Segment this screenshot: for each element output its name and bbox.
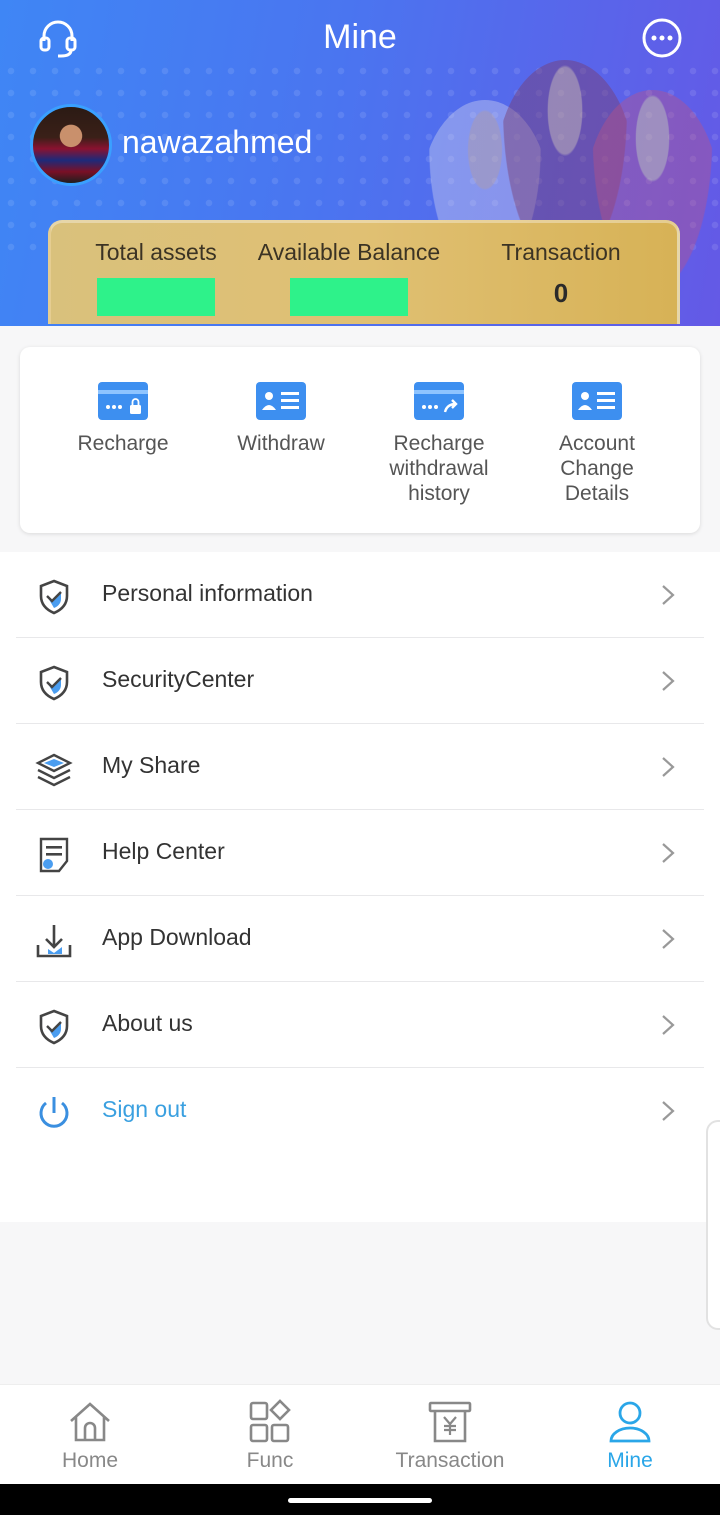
menu-item-my-share[interactable]: My Share xyxy=(16,724,704,810)
profile-header: Mine nawazahmed Total assets Available B… xyxy=(0,0,720,326)
account-change-details-label: Account Change Details xyxy=(559,432,635,505)
chevron-right-icon xyxy=(662,1101,675,1121)
more-horizontal-icon[interactable] xyxy=(640,16,684,60)
power-icon xyxy=(39,1097,69,1128)
menu-item-security-center[interactable]: SecurityCenter xyxy=(16,638,704,724)
recharge-withdrawal-history-button[interactable]: Recharge withdrawal history xyxy=(354,381,524,506)
menu-item-help-center[interactable]: Help Center xyxy=(16,810,704,896)
tab-mine[interactable]: Mine xyxy=(540,1399,720,1473)
id-card-icon xyxy=(572,382,622,420)
recharge-label: Recharge xyxy=(77,432,169,455)
transaction-label: Transaction xyxy=(501,239,621,265)
withdraw-button[interactable]: Withdraw xyxy=(196,381,366,456)
home-icon xyxy=(70,1402,110,1442)
tab-home[interactable]: Home xyxy=(0,1399,180,1473)
tab-func[interactable]: Func xyxy=(180,1399,360,1473)
chevron-right-icon xyxy=(662,843,675,863)
floating-drawer-handle[interactable] xyxy=(706,1120,720,1330)
withdraw-label: Withdraw xyxy=(237,432,325,455)
username: nawazahmed xyxy=(122,124,313,160)
assets-card: Total assets Available Balance Transacti… xyxy=(48,220,680,324)
system-navigation-bar xyxy=(0,1484,720,1515)
tab-mine-label: Mine xyxy=(607,1449,653,1472)
chevron-right-icon xyxy=(662,757,675,777)
layers-icon xyxy=(35,753,73,787)
tab-home-label: Home xyxy=(61,1449,119,1472)
menu-item-label: My Share xyxy=(102,752,201,778)
total-assets-label: Total assets xyxy=(95,239,217,265)
menu-item-label: About us xyxy=(102,1010,193,1036)
total-assets-value-redacted xyxy=(97,278,215,316)
transaction-value: 0 xyxy=(553,278,569,308)
id-card-icon xyxy=(256,382,306,420)
tab-transaction[interactable]: Transaction xyxy=(360,1399,540,1473)
tab-func-label: Func xyxy=(246,1449,294,1472)
receipt-yuan-icon xyxy=(428,1401,472,1443)
sign-out-label: Sign out xyxy=(102,1096,187,1122)
menu-item-about-us[interactable]: About us xyxy=(16,982,704,1068)
home-gesture-bar[interactable] xyxy=(288,1498,432,1503)
available-balance-label: Available Balance xyxy=(257,239,441,265)
user-icon xyxy=(609,1401,651,1443)
available-balance-value-redacted xyxy=(290,278,408,316)
chevron-right-icon xyxy=(662,1015,675,1035)
shield-check-icon xyxy=(39,1009,69,1045)
page-title: Mine xyxy=(323,18,397,56)
recharge-withdrawal-history-label: Recharge withdrawal history xyxy=(389,432,489,505)
bottom-navigation: Home Func Transaction Mine xyxy=(0,1384,720,1484)
card-arrow-icon xyxy=(414,382,464,420)
menu-item-label: SecurityCenter xyxy=(102,666,255,692)
menu-item-label: Help Center xyxy=(102,838,225,864)
menu-item-label: Personal information xyxy=(102,580,313,606)
sign-out-button[interactable]: Sign out xyxy=(16,1068,704,1154)
account-change-details-button[interactable]: Account Change Details xyxy=(512,381,682,506)
avatar[interactable] xyxy=(30,104,112,186)
menu-item-label: App Download xyxy=(102,924,252,950)
shield-check-icon xyxy=(39,579,69,615)
card-lock-icon xyxy=(98,382,148,420)
quick-actions: Recharge Withdraw Recharge withdrawal hi… xyxy=(20,347,700,533)
menu-item-personal-information[interactable]: Personal information xyxy=(16,552,704,638)
chevron-right-icon xyxy=(662,671,675,691)
chevron-right-icon xyxy=(662,585,675,605)
shield-check-icon xyxy=(39,665,69,701)
chevron-right-icon xyxy=(662,929,675,949)
transaction-summary: Transaction 0 xyxy=(481,239,641,316)
total-assets: Total assets xyxy=(81,239,231,316)
download-icon xyxy=(36,925,72,958)
document-icon xyxy=(39,837,69,873)
recharge-button[interactable]: Recharge xyxy=(38,381,208,456)
available-balance: Available Balance xyxy=(249,239,449,316)
settings-menu: Personal information SecurityCenter My S… xyxy=(0,552,720,1222)
grid-icon xyxy=(249,1399,291,1443)
menu-item-app-download[interactable]: App Download xyxy=(16,896,704,982)
tab-transaction-label: Transaction xyxy=(395,1449,505,1472)
